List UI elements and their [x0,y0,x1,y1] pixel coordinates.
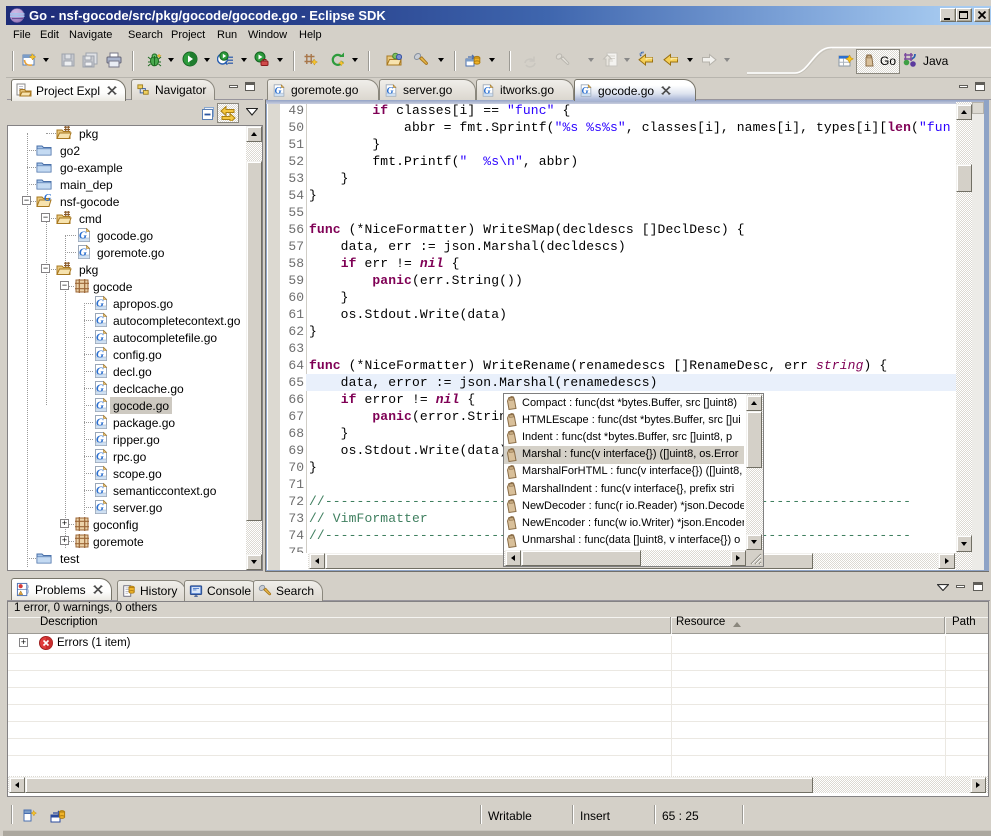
svg-text:G: G [96,349,104,361]
svg-text:G: G [275,85,282,96]
svg-text:G: G [387,85,394,96]
svg-text:G: G [96,485,104,497]
svg-text:G: G [96,417,104,429]
svg-text:G: G [96,451,104,463]
svg-text:G: G [96,434,104,446]
svg-text:G: G [79,247,87,259]
svg-text:G: G [96,383,104,395]
svg-text:G: G [96,332,104,344]
svg-text:G: G [96,315,104,327]
svg-text:G: G [96,502,104,514]
svg-text:G: G [96,468,104,480]
svg-text:G: G [96,298,104,310]
svg-text:G: G [79,230,87,242]
svg-text:G: G [96,366,104,378]
svg-text:G: G [484,85,491,96]
svg-text:G: G [96,400,104,412]
svg-text:G: G [44,193,52,204]
svg-text:G: G [582,86,589,97]
